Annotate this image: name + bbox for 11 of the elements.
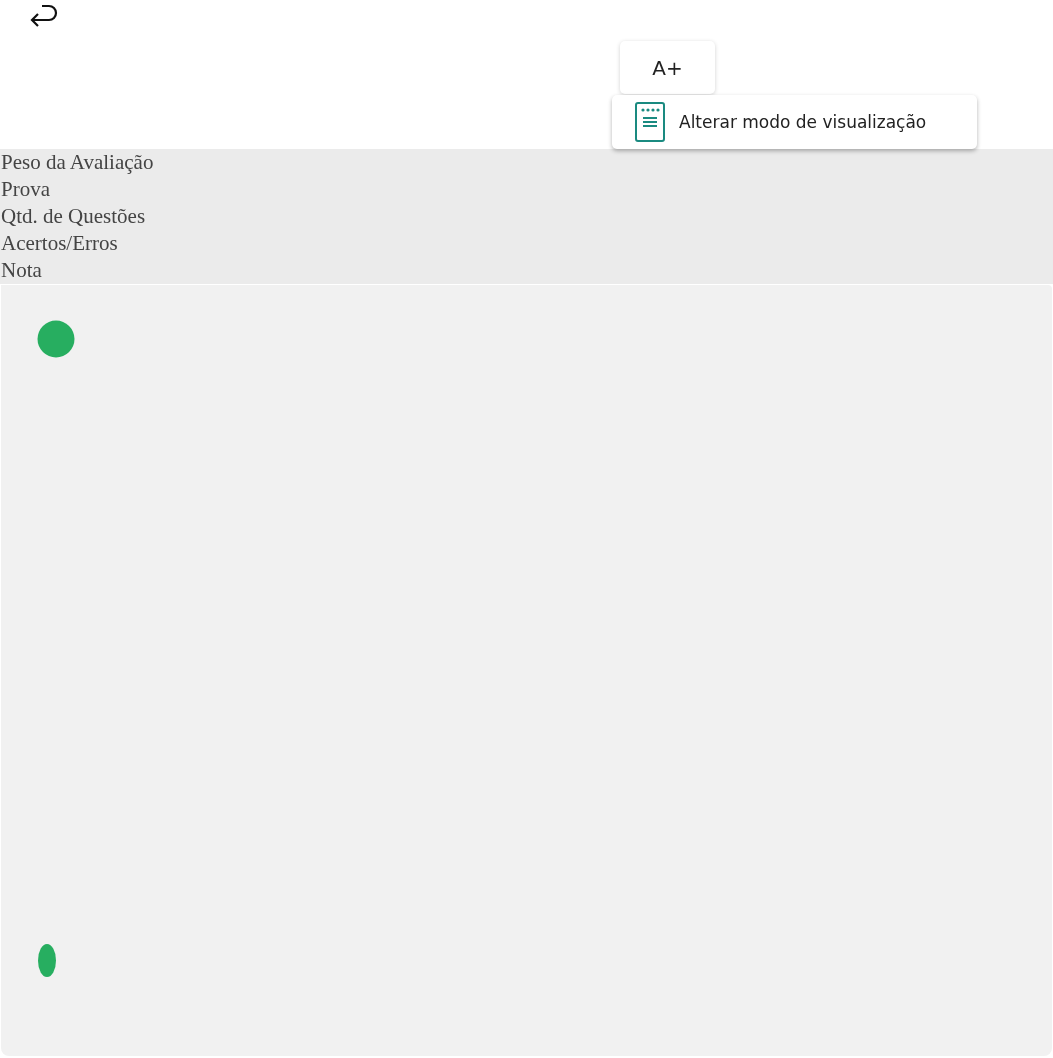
menu-item[interactable]: Alterar modo de visualização [612, 95, 977, 149]
back-icon[interactable] [29, 4, 59, 28]
status-dot [37, 320, 75, 358]
document-icon [635, 102, 665, 142]
font-size-button[interactable]: A+ [620, 41, 715, 94]
field-label: Prova [1, 176, 50, 203]
field-label: Nota [1, 257, 42, 284]
status-dot [38, 944, 56, 977]
field-label: Acertos/Erros [1, 230, 118, 257]
field-label: Peso da Avaliação [1, 149, 154, 176]
field-label: Qtd. de Questões [1, 203, 146, 230]
